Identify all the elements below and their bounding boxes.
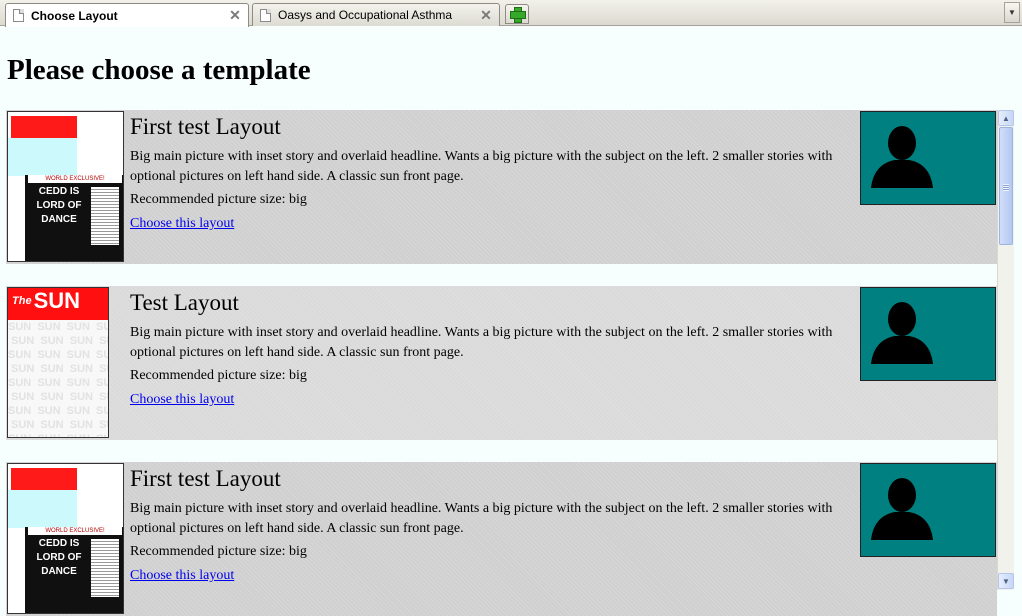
choose-layout-link[interactable]: Choose this layout: [130, 391, 234, 409]
vertical-scrollbar[interactable]: ▲ ▼: [997, 110, 1014, 590]
layout-picture-size: Recommended picture size: big: [130, 544, 307, 559]
thumbnail-headline: CEDD IS LORD OF DANCE: [36, 538, 82, 577]
layout-description: Big main picture with inset story and ov…: [130, 501, 833, 536]
scroll-up-button[interactable]: ▲: [998, 110, 1014, 126]
tab-label: Choose Layout: [31, 8, 118, 23]
layout-preview-image: [860, 287, 996, 381]
person-silhouette-icon: [871, 126, 933, 188]
tab-bar: Choose Layout ✕ Oasys and Occupational A…: [0, 0, 1022, 27]
tab-oasys[interactable]: Oasys and Occupational Asthma ✕: [252, 3, 500, 26]
page-icon: [13, 9, 24, 22]
tab-choose-layout[interactable]: Choose Layout ✕: [5, 3, 249, 27]
thumbnail-kicker: WORLD EXCLUSIVE!: [28, 527, 122, 535]
close-icon[interactable]: ✕: [227, 7, 243, 24]
person-silhouette-icon: [871, 478, 933, 540]
layout-title: First test Layout: [130, 114, 281, 139]
layout-preview-image: [860, 463, 996, 557]
tab-list-dropdown[interactable]: ▼: [1004, 2, 1020, 23]
close-icon[interactable]: ✕: [478, 7, 494, 24]
layout-thumbnail: TheSUN SUN SUN SUN SUN SUN SUN SUN SUN S…: [7, 287, 109, 438]
page-title: Please choose a template: [7, 54, 311, 86]
layout-title: First test Layout: [130, 466, 281, 491]
person-silhouette-icon: [871, 302, 933, 364]
thumbnail-kicker: WORLD EXCLUSIVE!: [28, 175, 122, 183]
new-tab-button[interactable]: [505, 4, 529, 24]
scroll-down-button[interactable]: ▼: [998, 573, 1014, 589]
layout-picture-size: Recommended picture size: big: [130, 192, 307, 207]
layout-preview-image: [860, 111, 996, 205]
layout-thumbnail: WORLD EXCLUSIVE! CEDD IS LORD OF DANCE: [7, 111, 124, 262]
layout-description: Big main picture with inset story and ov…: [130, 149, 833, 184]
layout-title: Test Layout: [130, 290, 239, 315]
layout-picture-size: Recommended picture size: big: [130, 368, 307, 383]
scrollbar-thumb[interactable]: [999, 127, 1013, 245]
plus-icon: [510, 7, 526, 23]
sun-pattern: SUN SUN SUN SUN SUN SUN SUN SUN SUN SUN …: [8, 320, 108, 437]
layout-row: WORLD EXCLUSIVE! CEDD IS LORD OF DANCE F…: [6, 462, 997, 616]
choose-layout-link[interactable]: Choose this layout: [130, 567, 234, 585]
sun-logo-the: The: [12, 295, 32, 307]
tab-label: Oasys and Occupational Asthma: [278, 8, 453, 22]
layout-row: TheSUN SUN SUN SUN SUN SUN SUN SUN SUN S…: [6, 286, 997, 440]
thumbnail-headline: CEDD IS LORD OF DANCE: [36, 186, 82, 225]
sun-logo-text: SUN: [33, 288, 81, 313]
layout-description: Big main picture with inset story and ov…: [130, 325, 833, 360]
layout-row: WORLD EXCLUSIVE! CEDD IS LORD OF DANCE F…: [6, 110, 997, 264]
page-icon: [260, 8, 271, 22]
choose-layout-link[interactable]: Choose this layout: [130, 215, 234, 233]
layout-thumbnail: WORLD EXCLUSIVE! CEDD IS LORD OF DANCE: [7, 463, 124, 614]
